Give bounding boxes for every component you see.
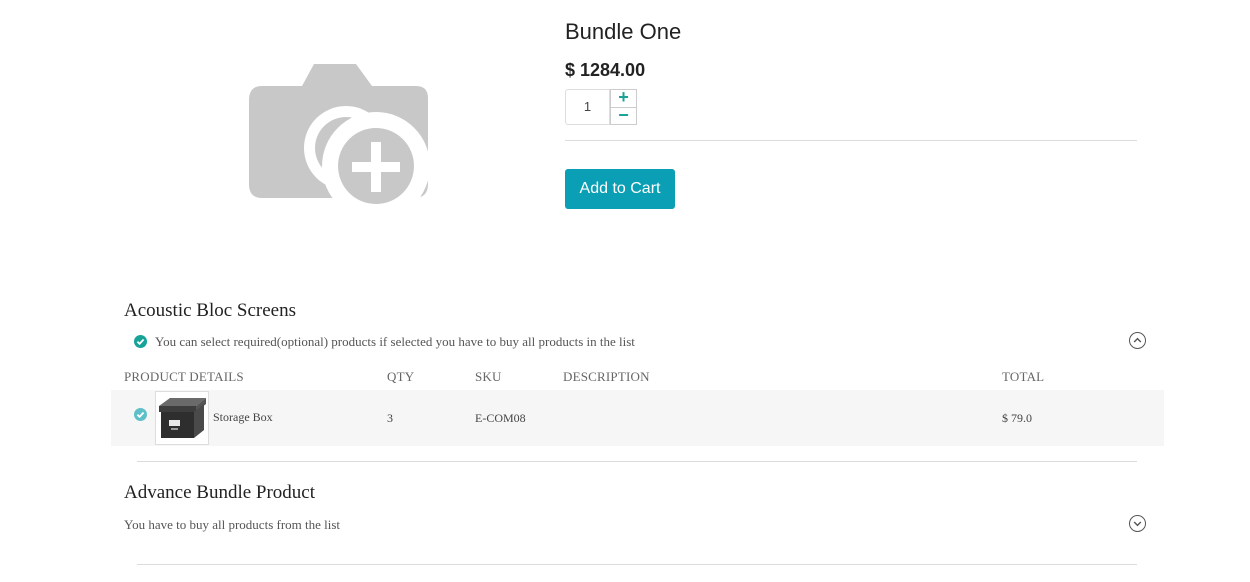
section-divider <box>137 461 1137 462</box>
row-total: $ 79.0 <box>1002 411 1032 425</box>
header-product-details: PRODUCT DETAILS <box>124 369 244 384</box>
row-qty: 3 <box>387 411 393 425</box>
check-circle-icon <box>134 335 147 348</box>
product-title: Bundle One <box>565 19 682 44</box>
add-to-cart-button[interactable]: Add to Cart <box>565 169 675 209</box>
storage-box-image <box>155 391 209 445</box>
chevron-down-icon[interactable] <box>1129 515 1146 532</box>
chevron-up-icon[interactable] <box>1129 332 1146 349</box>
section-divider <box>137 564 1137 565</box>
row-check-icon[interactable] <box>134 408 147 421</box>
camera-plus-icon <box>249 64 430 220</box>
section-title: Advance Bundle Product <box>124 482 316 503</box>
product-price: $ 1284.00 <box>565 60 646 80</box>
header-description: DESCRIPTION <box>563 369 650 384</box>
section-note: You can select required(optional) produc… <box>155 334 635 349</box>
row-sku: E-COM08 <box>475 411 526 425</box>
product-divider <box>565 140 1137 141</box>
product-image-placeholder <box>248 62 430 222</box>
header-sku: SKU <box>475 369 502 384</box>
header-total: TOTAL <box>1002 369 1045 384</box>
section-note: You have to buy all products from the li… <box>124 517 341 532</box>
section-title: Acoustic Bloc Screens <box>124 300 297 321</box>
quantity-decrease-button[interactable]: − <box>610 106 637 125</box>
quantity-input[interactable]: 1 <box>565 89 610 125</box>
header-qty: QTY <box>387 369 415 384</box>
row-product-name[interactable]: Storage Box <box>213 410 273 425</box>
